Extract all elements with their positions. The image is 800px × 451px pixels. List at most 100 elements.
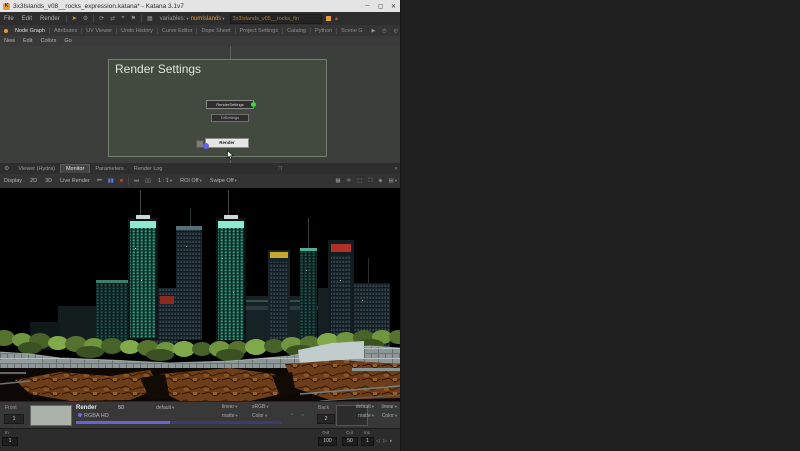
- ng-menu-new[interactable]: New: [0, 38, 19, 44]
- view-transform-dropdown-2[interactable]: default: [356, 404, 374, 410]
- minimize-button[interactable]: ─: [361, 3, 374, 9]
- mode-2d-button[interactable]: 2D: [26, 178, 41, 184]
- main-tab[interactable]: Scene G: [337, 28, 366, 34]
- maximize-button[interactable]: ▢: [374, 3, 387, 10]
- node-rendersettings[interactable]: RenderSettings: [206, 100, 254, 109]
- fullscreen-icon[interactable]: ⛶: [365, 178, 375, 185]
- color-dropdown-2[interactable]: Color: [382, 413, 397, 419]
- skip-start-icon[interactable]: ⏮: [94, 178, 105, 185]
- menu-file[interactable]: File: [0, 16, 18, 22]
- view-transform-dropdown[interactable]: default: [156, 405, 174, 411]
- play-button[interactable]: ▸: [390, 438, 392, 444]
- detach-pane-icon[interactable]: ❐: [276, 166, 284, 172]
- variables-label[interactable]: variables:: [160, 16, 189, 22]
- buffer-frame: 50: [118, 405, 124, 411]
- divider: [66, 15, 67, 23]
- mode-3d-button[interactable]: 3D: [41, 178, 56, 184]
- monitor-canvas[interactable]: [0, 188, 400, 401]
- node-graph-canvas[interactable]: Render Settings RenderSettings DlSetting…: [0, 46, 400, 163]
- node-render[interactable]: Render: [205, 138, 249, 148]
- probe-icon[interactable]: ✛: [344, 178, 355, 184]
- close-button[interactable]: ✕: [387, 3, 400, 10]
- linear-dropdown[interactable]: linear: [222, 404, 238, 410]
- monitor-toolbar: Display 2D 3D Live Render ⏮ ▮▮ ■ ⏭ ▯▯ 1 …: [0, 174, 400, 189]
- link-icon[interactable]: ⇄: [107, 15, 118, 22]
- main-tab[interactable]: UV Viewer: [82, 28, 117, 34]
- buffer-channel: RGBA HD: [78, 413, 109, 419]
- warning-icon[interactable]: ▲: [334, 16, 340, 22]
- split-pane-icon[interactable]: ◴: [380, 28, 388, 34]
- main-tab[interactable]: Node Graph: [11, 28, 50, 34]
- katana-app-icon: K: [3, 3, 10, 10]
- ng-menu-colors[interactable]: Colors: [37, 38, 61, 44]
- ng-menu-go[interactable]: Go: [60, 38, 75, 44]
- flag-icon[interactable]: ⚑: [128, 15, 139, 22]
- main-tab[interactable]: Catalog: [283, 28, 311, 34]
- katana-desktop: K 3x3Islands_v08__rocks_expression.katan…: [0, 0, 800, 451]
- roi-dropdown[interactable]: ROI Off: [176, 178, 206, 184]
- main-tab[interactable]: Dope Sheet: [197, 28, 235, 34]
- thumbnail-menu-icon[interactable]: ▤: [386, 178, 400, 184]
- crop-icon[interactable]: ⬚: [354, 178, 365, 184]
- menu-bar: File Edit Render ➤ ⚙ ⟳ ⇄ ⌖ ⚑ ▦ variables…: [0, 12, 400, 26]
- current-frame-field[interactable]: 50: [342, 437, 358, 446]
- out-label: Out: [322, 430, 329, 435]
- hold-icon[interactable]: ▯▯: [142, 178, 154, 184]
- main-tab[interactable]: Undo History: [117, 28, 158, 34]
- skip-end-icon[interactable]: ⏭: [131, 178, 142, 185]
- panel-tab[interactable]: Monitor: [60, 164, 90, 173]
- stop-icon[interactable]: ■: [117, 178, 126, 184]
- in-label: In: [5, 430, 9, 435]
- back-buffer-field[interactable]: 2: [317, 414, 335, 424]
- increment-field[interactable]: 1: [361, 437, 374, 446]
- display-menu[interactable]: Display: [0, 178, 26, 184]
- pause-icon[interactable]: ▮▮: [105, 178, 117, 184]
- panel-tab[interactable]: Parameters: [90, 165, 128, 173]
- tab-overflow-icon[interactable]: ▶: [370, 28, 378, 34]
- main-tab[interactable]: Attributes: [50, 28, 82, 34]
- swipe-dropdown[interactable]: Swipe Off: [206, 178, 241, 184]
- refresh-icon[interactable]: ⟳: [96, 15, 107, 22]
- front-label: Front: [5, 405, 17, 411]
- node-port-blue[interactable]: [203, 143, 209, 149]
- front-buffer-thumbnail[interactable]: [30, 405, 72, 426]
- main-tab[interactable]: Python: [311, 28, 337, 34]
- zoom-ratio-dropdown[interactable]: 1 : 1: [154, 178, 176, 184]
- variables-value[interactable]: numIslands: [191, 16, 225, 22]
- main-tab[interactable]: Project Settings: [236, 28, 284, 34]
- srgb-dropdown[interactable]: sRGB: [252, 404, 269, 410]
- panel-tab[interactable]: Render Log: [129, 165, 168, 173]
- node-dlsettings[interactable]: DlSettings: [211, 114, 249, 122]
- timer-icon: ◔: [290, 412, 293, 418]
- panel-gear-icon[interactable]: ⚙: [4, 165, 9, 172]
- scene-name-field[interactable]: 3x3Islands_v05__rocks_fin: [230, 14, 322, 24]
- front-buffer-field[interactable]: 1: [4, 414, 24, 424]
- node-port-green[interactable]: [251, 102, 256, 107]
- render-icon[interactable]: ▦: [144, 15, 156, 22]
- main-tab[interactable]: Curve Editor: [158, 28, 198, 34]
- checker-icon[interactable]: ▦: [332, 178, 343, 184]
- title-bar[interactable]: K 3x3Islands_v08__rocks_expression.katan…: [0, 0, 400, 12]
- out-field[interactable]: 100: [318, 437, 337, 446]
- ng-menu-edit[interactable]: Edit: [19, 38, 36, 44]
- swap-buffers-icon[interactable]: ⇔: [300, 412, 305, 418]
- linear-dropdown-2[interactable]: linear: [382, 404, 398, 410]
- divider: [128, 177, 129, 185]
- compare-icon[interactable]: ◈: [375, 178, 385, 184]
- menu-edit[interactable]: Edit: [18, 16, 36, 22]
- in-field[interactable]: 1: [2, 437, 18, 446]
- close-pane-icon[interactable]: ◵: [392, 28, 400, 34]
- panel-tab[interactable]: Viewer (Hydra): [13, 165, 60, 173]
- pointer-icon[interactable]: ➤: [69, 15, 80, 22]
- close-pane-icon[interactable]: ✕: [392, 166, 400, 172]
- live-render-button[interactable]: Live Render: [56, 178, 94, 184]
- city-render-image: [0, 188, 400, 401]
- color-dropdown[interactable]: Color: [252, 413, 267, 419]
- snap-icon[interactable]: ⌖: [118, 15, 127, 22]
- menu-render[interactable]: Render: [36, 16, 64, 22]
- frame-back-button[interactable]: ◁: [376, 438, 379, 444]
- frame-forward-button[interactable]: ▷: [383, 438, 386, 444]
- matte-dropdown-2[interactable]: matte: [358, 413, 374, 419]
- gear-icon[interactable]: ⚙: [80, 15, 91, 22]
- matte-dropdown[interactable]: matte: [222, 413, 238, 419]
